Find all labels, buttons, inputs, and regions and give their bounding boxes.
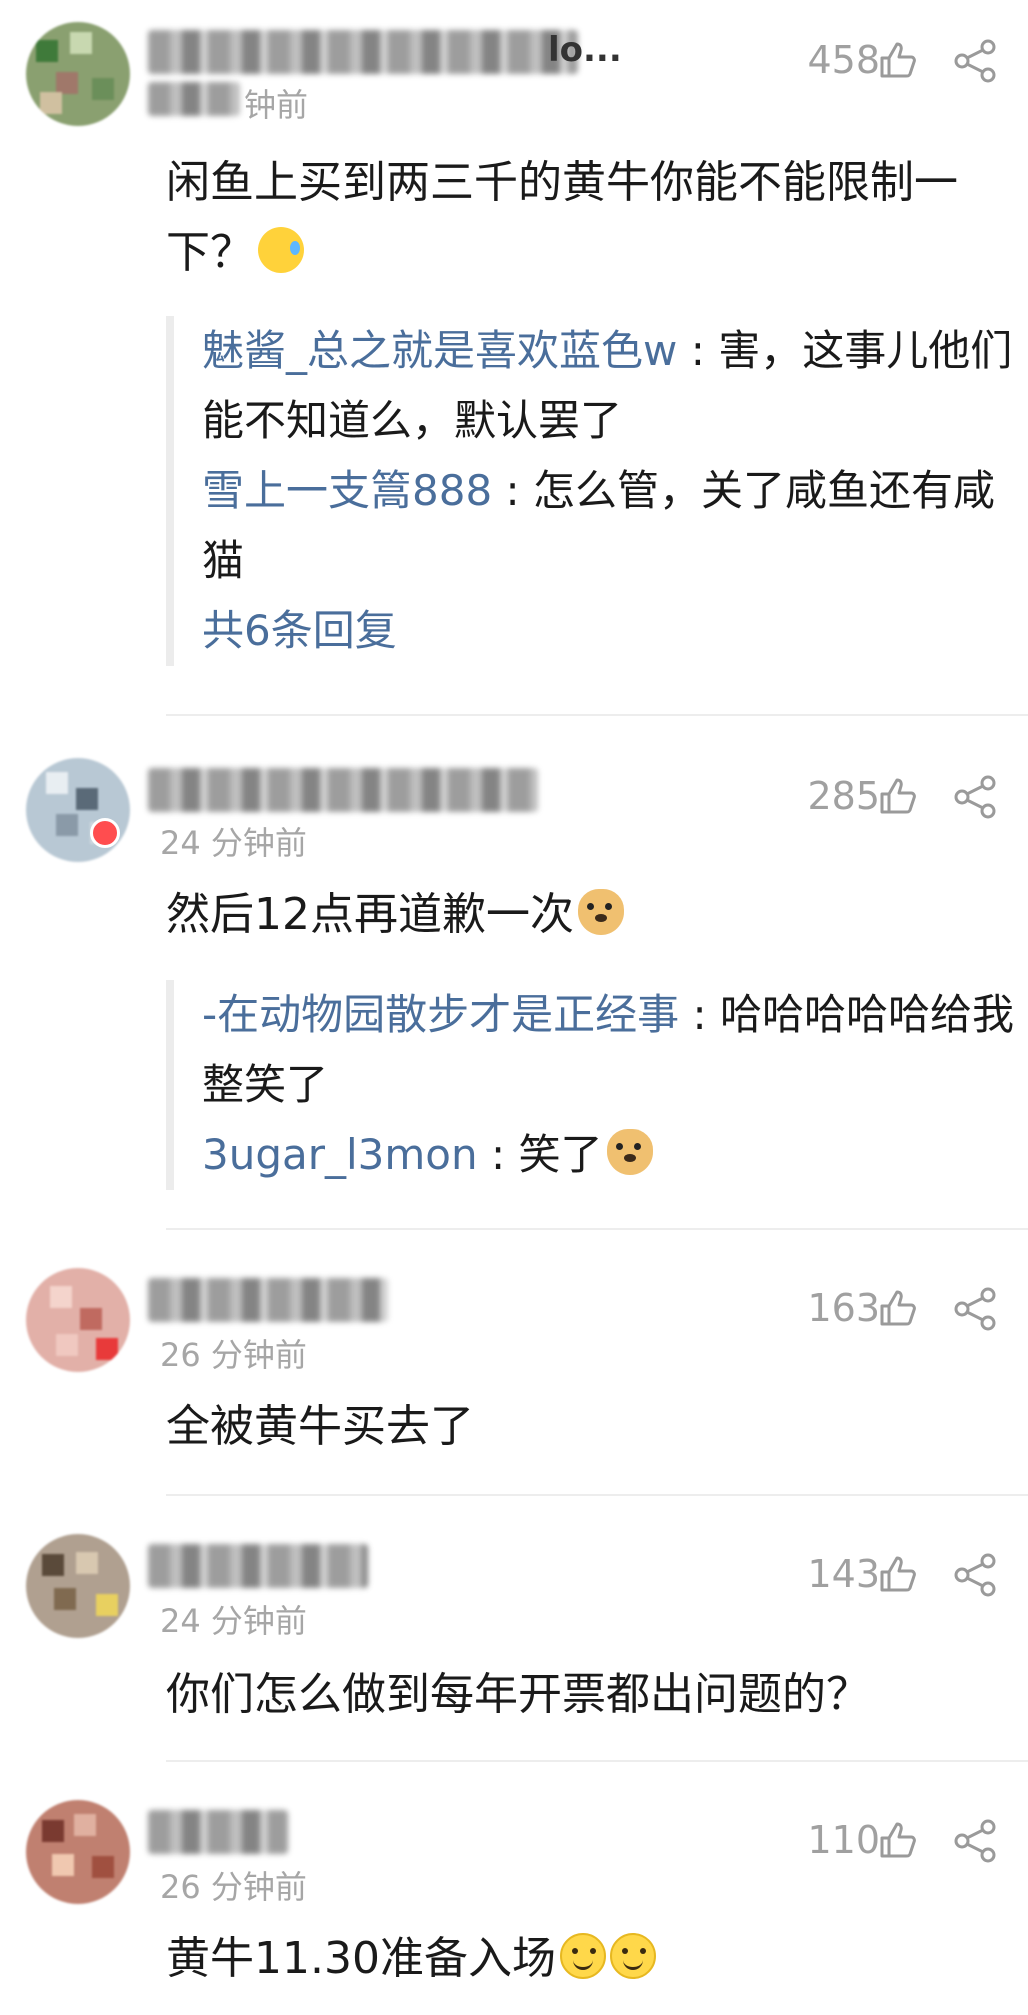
divider (166, 1494, 1028, 1496)
share-icon[interactable] (952, 38, 998, 84)
avatar[interactable] (26, 758, 130, 862)
timestamp: 26 分钟前 (160, 1336, 307, 1374)
comment-text-content: 黄牛11.30准备入场 (166, 1933, 556, 1984)
share-icon[interactable] (952, 1818, 998, 1864)
timestamp: 钟前 (244, 86, 309, 124)
thumbs-up-icon[interactable] (878, 1820, 918, 1860)
thumbs-up-icon[interactable] (878, 40, 918, 80)
like-count: 110 (807, 1818, 880, 1862)
time-blurred (148, 82, 240, 116)
avatar[interactable] (26, 1534, 130, 1638)
thumbs-up-icon[interactable] (878, 1288, 918, 1328)
thumbs-up-icon[interactable] (878, 1554, 918, 1594)
like-count: 285 (807, 774, 880, 818)
like-count: 143 (807, 1552, 880, 1596)
reply-username[interactable]: 魅酱_总之就是喜欢蓝色w (202, 326, 677, 375)
timestamp: 24 分钟前 (160, 824, 307, 862)
like-count: 163 (807, 1286, 880, 1330)
username-blurred[interactable] (148, 30, 578, 74)
comment-text: 黄牛11.30准备入场 (166, 1924, 996, 1994)
view-all-replies-link[interactable]: 共6条回复 (202, 596, 1028, 666)
username-blurred[interactable] (148, 768, 538, 812)
divider (166, 714, 1028, 716)
username-blurred[interactable] (148, 1544, 368, 1588)
doge-emoji (578, 889, 624, 935)
comment-text-content: 全被黄牛买去了 (166, 1401, 474, 1452)
sweat-smile-emoji (258, 227, 304, 273)
comment-text: 你们怎么做到每年开票都出问题的？ (166, 1660, 996, 1730)
reply-thread: -在动物园散步才是正经事 : 哈哈哈哈哈给我整笑了 3ugar_l3mon : … (166, 980, 1028, 1190)
share-icon[interactable] (952, 1552, 998, 1598)
doge-emoji (606, 1129, 653, 1175)
reply-item[interactable]: -在动物园散步才是正经事 : 哈哈哈哈哈给我整笑了 (202, 980, 1028, 1120)
smile-emoji (609, 1933, 656, 1979)
reply-thread: 魅酱_总之就是喜欢蓝色w : 害，这事儿他们能不知道么，默认罢了 雪上一支篙88… (166, 316, 1028, 666)
avatar[interactable] (26, 1800, 130, 1904)
reply-item[interactable]: 魅酱_总之就是喜欢蓝色w : 害，这事儿他们能不知道么，默认罢了 (202, 316, 1028, 456)
username-tail: lo... (548, 30, 622, 70)
divider (166, 1760, 1028, 1762)
reply-text: 笑了 (518, 1130, 603, 1179)
verified-badge-icon (90, 818, 120, 848)
thumbs-up-icon[interactable] (878, 776, 918, 816)
reply-item[interactable]: 雪上一支篙888 : 怎么管，关了咸鱼还有咸猫 (202, 456, 1028, 596)
reply-username[interactable]: -在动物园散步才是正经事 (202, 990, 679, 1039)
like-count: 458 (807, 38, 880, 82)
reply-item[interactable]: 3ugar_l3mon : 笑了 (202, 1120, 1028, 1190)
timestamp: 24 分钟前 (160, 1602, 307, 1640)
comment-text: 然后12点再道歉一次 (166, 880, 996, 950)
avatar[interactable] (26, 22, 130, 126)
username-blurred[interactable] (148, 1278, 388, 1322)
comment-text: 闲鱼上买到两三千的黄牛你能不能限制一下？ (166, 148, 996, 288)
timestamp: 26 分钟前 (160, 1868, 307, 1906)
avatar[interactable] (26, 1268, 130, 1372)
share-icon[interactable] (952, 1286, 998, 1332)
comment-text: 全被黄牛买去了 (166, 1392, 996, 1462)
username-blurred[interactable] (148, 1810, 288, 1854)
comment-text-content: 你们怎么做到每年开票都出问题的？ (166, 1669, 870, 1720)
smile-emoji (559, 1933, 606, 1979)
divider (166, 1228, 1028, 1230)
reply-username[interactable]: 雪上一支篙888 (202, 466, 492, 515)
comment-text-content: 然后12点再道歉一次 (166, 889, 574, 940)
reply-username[interactable]: 3ugar_l3mon (202, 1130, 478, 1179)
share-icon[interactable] (952, 774, 998, 820)
